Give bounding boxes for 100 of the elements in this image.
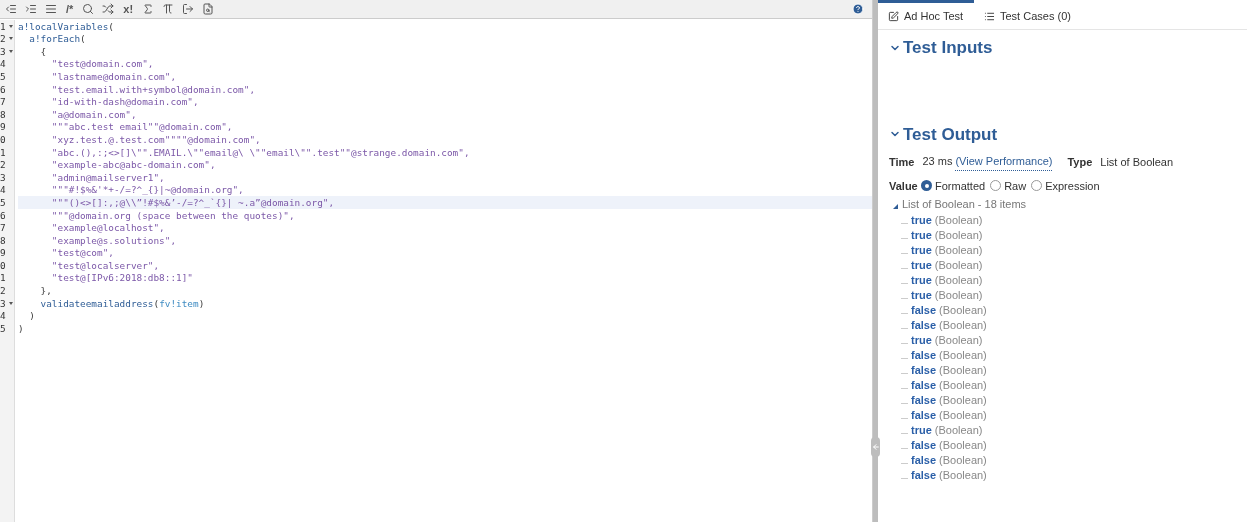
toolbar-button[interactable]: x! (121, 3, 136, 15)
fold-icon[interactable] (9, 50, 13, 53)
edit-icon (888, 10, 899, 22)
view-performance-link[interactable]: (View Performance) (955, 153, 1053, 171)
code-line: { (39, 46, 47, 57)
help-icon[interactable] (852, 3, 864, 15)
result-type: (Boolean) (939, 377, 987, 393)
result-type: (Boolean) (934, 242, 983, 258)
result-value: false (911, 362, 937, 378)
result-value: true (911, 242, 932, 258)
line-number: 4 (0, 59, 6, 69)
result-type: (Boolean) (934, 212, 983, 228)
result-type: (Boolean) (939, 437, 987, 453)
lines-icon[interactable] (44, 2, 58, 16)
code-line: ) (18, 323, 24, 334)
list-icon (984, 10, 995, 22)
line-number: 0 (0, 260, 6, 271)
result-value: true (911, 212, 932, 228)
result-value: false (911, 467, 937, 483)
line-number: 8 (0, 109, 6, 120)
exit-icon[interactable] (181, 2, 196, 16)
code-line: a!forEach( (28, 34, 86, 44)
result-value: false (911, 347, 937, 363)
code-line: """abc.test email""@domain.com", (50, 122, 233, 132)
result-value: true (911, 257, 932, 273)
time-value: 23 ms (922, 154, 953, 169)
line-number: 2 (0, 286, 6, 296)
result-type: (Boolean) (934, 257, 983, 273)
line-number: 9 (0, 122, 6, 132)
radio-label[interactable]: Raw (1004, 177, 1027, 194)
field-label: Type (1067, 154, 1093, 170)
code-line: "lastname@domain.com", (50, 71, 177, 82)
code-line: "test@com", (50, 248, 114, 258)
result-value: true (911, 332, 932, 348)
code-line: "example@s.solutions", (50, 235, 177, 246)
code-line: """()<>[]:,;@\\”!#$%&’-/=?^_`{}| ~.a”@domain.org", (50, 197, 335, 208)
section-title: Test Output (903, 123, 998, 146)
code-line: a!localVariables( (18, 21, 114, 31)
line-number: 9 (0, 248, 6, 258)
result-type: (Boolean) (939, 317, 987, 333)
radio-label[interactable]: Expression (1045, 177, 1100, 194)
search-icon[interactable] (81, 2, 96, 16)
result-type: (Boolean) (939, 347, 987, 363)
line-number: 0 (0, 134, 6, 145)
fold-icon[interactable] (9, 37, 13, 41)
result-value: true (911, 287, 932, 303)
code-line: "abc.(),:;<>[]\"".EMAIL.\""email@\ \""email\"".test""@strange.domain.com", (50, 147, 470, 157)
result-type: (Boolean) (939, 467, 987, 483)
line-number: 5 (0, 323, 6, 334)
code-line: "a@domain.com", (50, 109, 137, 120)
radio-button[interactable] (1031, 180, 1043, 192)
result-value: true (911, 422, 932, 438)
file-search-icon[interactable] (201, 2, 216, 16)
code-line: "test@localserver", (50, 260, 160, 271)
toolbar-button[interactable]: /* (64, 3, 76, 15)
fold-icon[interactable] (9, 301, 13, 305)
result-type: (Boolean) (939, 302, 987, 318)
outdent-icon[interactable] (4, 2, 18, 16)
section-title: Test Inputs (903, 37, 993, 59)
result-value: false (911, 392, 937, 408)
result-value: true (911, 272, 932, 288)
code-line: }, (39, 286, 52, 296)
result-type: (Boolean) (939, 362, 987, 378)
line-number: 6 (0, 84, 6, 94)
code-line: """@domain.org (space between the quotes)", (50, 210, 295, 220)
tree-title: List of Boolean - 18 items (902, 197, 1027, 212)
line-number: 7 (0, 223, 6, 233)
line-number: 3 (0, 298, 6, 309)
result-type: (Boolean) (939, 407, 987, 423)
result-type: (Boolean) (934, 227, 983, 243)
code-line: validateemailaddress(fv!item) (39, 298, 205, 309)
result-value: false (911, 302, 937, 318)
line-number: 6 (0, 210, 6, 220)
tab[interactable]: Test Cases (0) (974, 0, 1081, 29)
radio-label[interactable]: Formatted (935, 177, 986, 194)
code-line: "test@domain.com", (50, 59, 154, 69)
result-value: false (911, 437, 937, 453)
result-type: (Boolean) (934, 272, 983, 288)
line-number: 5 (0, 71, 6, 82)
code-line: "test@[IPv6:2018:db8::1]" (50, 273, 193, 283)
line-number: 2 (0, 160, 6, 170)
type-value: List of Boolean (1100, 154, 1174, 170)
result-type: (Boolean) (939, 452, 987, 468)
code-line: "example-abc@abc-domain.com", (50, 160, 216, 170)
radio-button[interactable] (990, 180, 1002, 192)
line-number: 1 (0, 147, 6, 157)
code-line: ) (28, 311, 35, 321)
result-value: false (911, 377, 937, 393)
line-number: 3 (0, 46, 6, 57)
result-type: (Boolean) (934, 422, 983, 438)
code-line: "test.email.with+symbol@domain.com", (50, 84, 256, 94)
line-number: 2 (0, 34, 6, 44)
field-label: Value (889, 178, 919, 194)
fold-icon[interactable] (9, 24, 13, 28)
radio-button[interactable] (921, 180, 932, 192)
code-line: "example@localhost", (50, 223, 165, 233)
line-number: 1 (0, 21, 6, 31)
line-number: 7 (0, 97, 6, 107)
indent-icon[interactable] (24, 2, 38, 16)
shuffle-icon[interactable] (101, 2, 116, 16)
